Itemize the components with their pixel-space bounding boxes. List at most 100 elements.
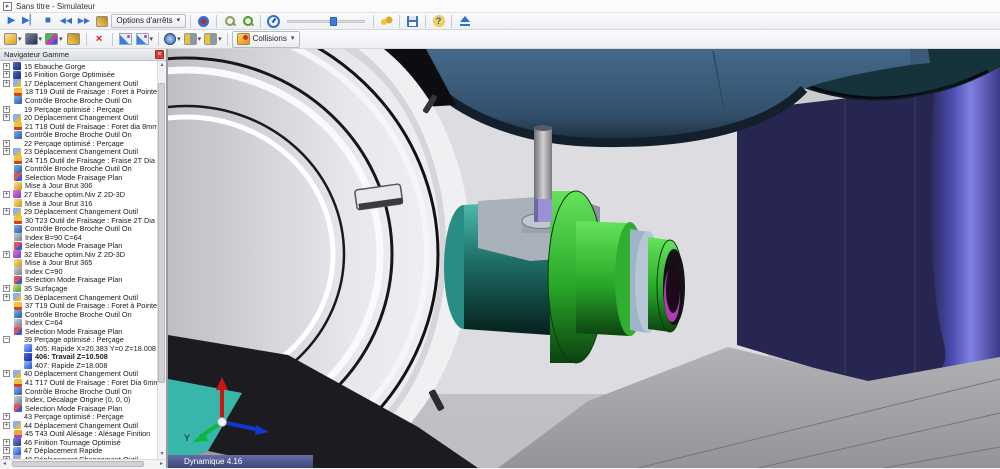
tree-hscroll-thumb[interactable]	[12, 461, 144, 467]
collisions-button[interactable]: Collisions ▾	[232, 31, 301, 48]
expand-icon[interactable]: +	[3, 439, 10, 446]
collapse-icon[interactable]: −	[3, 336, 10, 343]
stop-options-button[interactable]: Options d'arrêts ▾	[111, 14, 186, 28]
tree-item[interactable]: Contrôle Broche Broche Outil On	[0, 96, 157, 105]
tree-item[interactable]: +27 Ebauche optim.Niv Z 2D-3D	[0, 190, 157, 199]
scroll-left-icon[interactable]: ◂	[0, 460, 9, 469]
fixture-display-icon[interactable]	[65, 31, 82, 47]
tree-vscroll-thumb[interactable]	[158, 83, 165, 383]
expand-icon[interactable]: +	[3, 71, 10, 78]
tree-item[interactable]: Mise à Jour Brut 306	[0, 182, 157, 191]
expand-icon[interactable]: +	[3, 148, 10, 155]
record-button[interactable]	[195, 14, 212, 29]
tree-item[interactable]: Contrôle Broche Broche Outil On	[0, 310, 157, 319]
tree-item[interactable]: Contrôle Broche Broche Outil On	[0, 165, 157, 174]
scroll-right-icon[interactable]: ▸	[157, 460, 166, 469]
simulation-viewport[interactable]: X Y Z Dynamique 4.16	[168, 49, 1000, 468]
tree-item[interactable]: Index C=90	[0, 267, 157, 276]
go-to-end-icon[interactable]	[93, 14, 110, 29]
tree-item[interactable]: +19 Perçage optimisé : Perçage	[0, 105, 157, 114]
tree-item[interactable]: +43 Perçage optimisé : Perçage	[0, 412, 157, 421]
tree-item[interactable]: +46 Finition Tournage Optimisé	[0, 438, 157, 447]
expand-icon[interactable]: +	[3, 114, 10, 121]
tree-item[interactable]: +47 Déplacement Rapide	[0, 447, 157, 456]
expand-icon[interactable]: +	[3, 63, 10, 70]
tree-item[interactable]: 24 T15 Outil de Fraisage : Fraise 2T Dia…	[0, 156, 157, 165]
tree-item[interactable]: Contrôle Broche Broche Outil On	[0, 224, 157, 233]
eject-button[interactable]	[456, 14, 473, 29]
expand-icon[interactable]: +	[3, 422, 10, 429]
tree-item[interactable]: +36 Déplacement Changement Outil	[0, 293, 157, 302]
tool-vector-icon[interactable]: ▾	[183, 31, 203, 47]
tree-item[interactable]: +44 Déplacement Changement Outil	[0, 421, 157, 430]
stock-display-icon[interactable]: ▾	[3, 31, 23, 47]
tree-item[interactable]: +17 Déplacement Changement Outil	[0, 79, 157, 88]
tree-item[interactable]: 37 T19 Outil de Fraisage : Foret à Point…	[0, 301, 157, 310]
expand-icon[interactable]: +	[3, 208, 10, 215]
tree-item[interactable]: Selection Mode Fraisage Plan	[0, 404, 157, 413]
expand-icon[interactable]: +	[3, 413, 10, 420]
tree-item[interactable]: 405: Rapide X=20.383 Y=0 Z=18.008	[0, 344, 157, 353]
tree-item[interactable]: Mise à Jour Brut 316	[0, 199, 157, 208]
expand-icon[interactable]: +	[3, 294, 10, 301]
tree-horizontal-scrollbar[interactable]: ◂ ▸	[0, 459, 166, 468]
view-plane-alt-icon[interactable]: ▾	[135, 31, 155, 47]
expand-icon[interactable]: +	[3, 80, 10, 87]
tree-item[interactable]: +23 Déplacement Changement Outil	[0, 147, 157, 156]
stop-button[interactable]: ■	[39, 14, 56, 29]
tree-item[interactable]: Contrôle Broche Broche Outil On	[0, 130, 157, 139]
tree-item[interactable]: 41 T17 Outil de Fraisage : Foret Dia 6mm	[0, 378, 157, 387]
tree-item[interactable]: +29 Déplacement Changement Outil	[0, 207, 157, 216]
tree-item[interactable]: Selection Mode Fraisage Plan	[0, 173, 157, 182]
close-panel-button[interactable]: ×	[155, 50, 164, 59]
expand-icon[interactable]: +	[3, 447, 10, 454]
tree-item[interactable]: +32 Ebauche optim.Niv Z 2D-3D	[0, 250, 157, 259]
analysis-compass-icon[interactable]: ▾	[163, 31, 182, 47]
expand-icon[interactable]: +	[3, 251, 10, 258]
rewind-button[interactable]: ◀◀	[57, 14, 74, 29]
save-button[interactable]	[404, 14, 421, 29]
help-button[interactable]: ?	[430, 14, 447, 29]
expand-icon[interactable]: +	[3, 140, 10, 147]
zoom-fit-icon[interactable]	[239, 14, 256, 29]
part-display-icon[interactable]: ▾	[44, 31, 64, 47]
tree-item[interactable]: Selection Mode Fraisage Plan	[0, 327, 157, 336]
tree-item[interactable]: +15 Ebauche Gorge	[0, 62, 157, 71]
tree-item[interactable]: Index C=64	[0, 318, 157, 327]
tree-item[interactable]: Index, Décalage Origine (0, 0, 0)	[0, 395, 157, 404]
tree-item[interactable]: 21 T18 Outil de Fraisage : Foret dia 8mm…	[0, 122, 157, 131]
tree-item[interactable]: 30 T23 Outil de Fraisage : Fraise 2T Dia…	[0, 216, 157, 225]
tree-item[interactable]: Selection Mode Fraisage Plan	[0, 241, 157, 250]
settings-gears-icon[interactable]	[378, 14, 395, 29]
expand-icon[interactable]: +	[3, 106, 10, 113]
expand-icon[interactable]: +	[3, 285, 10, 292]
play-button[interactable]: ▶	[3, 14, 20, 29]
tree-item[interactable]: +16 Finition Gorge Optimisée	[0, 71, 157, 80]
tree-item[interactable]: Selection Mode Fraisage Plan	[0, 276, 157, 285]
tree-item[interactable]: Index B=90 C=64	[0, 233, 157, 242]
tree-item[interactable]: +22 Perçage optimisé : Perçage	[0, 139, 157, 148]
tree-item[interactable]: 407: Rapide Z=18.008	[0, 361, 157, 370]
view-plane-icon[interactable]	[117, 31, 134, 47]
tree-item[interactable]: +20 Déplacement Changement Outil	[0, 113, 157, 122]
tool-vector-alt-icon[interactable]: ▾	[203, 31, 223, 47]
scroll-down-icon[interactable]: ▾	[158, 450, 166, 459]
expand-icon[interactable]: +	[3, 370, 10, 377]
tree-item[interactable]: 406: Travail Z=10.508	[0, 353, 157, 362]
simulation-speed-slider[interactable]	[287, 17, 365, 26]
expand-icon[interactable]: +	[3, 191, 10, 198]
tree-item[interactable]: +40 Déplacement Changement Outil	[0, 370, 157, 379]
machine-display-icon[interactable]: ▾	[24, 31, 44, 47]
tree-item[interactable]: Contrôle Broche Broche Outil On	[0, 387, 157, 396]
step-forward-button[interactable]: ▶▏	[21, 14, 38, 29]
speed-gauge-icon[interactable]	[265, 14, 282, 29]
tree-item[interactable]: Mise à Jour Brut 365	[0, 259, 157, 268]
zoom-tool-icon[interactable]	[221, 14, 238, 29]
viewport-3d-scene[interactable]: X Y Z	[168, 49, 1000, 468]
tree-item[interactable]: 18 T19 Outil de Fraisage : Foret à Point…	[0, 88, 157, 97]
delete-marks-icon[interactable]: ×	[91, 31, 108, 47]
tree-item[interactable]: +35 Surfaçage	[0, 284, 157, 293]
tree-item[interactable]: −39 Perçage optimisé : Perçage	[0, 336, 157, 345]
tree-item[interactable]: 45 T43 Outil Alésage : Alésage Finition	[0, 430, 157, 439]
scroll-up-icon[interactable]: ▴	[158, 61, 166, 70]
